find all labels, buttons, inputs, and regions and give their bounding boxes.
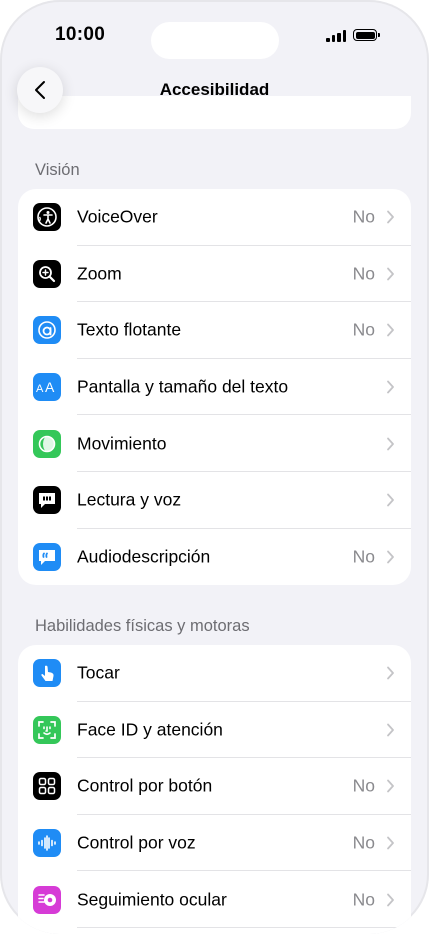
chevron-right-icon: [387, 380, 394, 394]
motion-icon: [33, 429, 61, 458]
chevron-right-icon: [387, 893, 394, 907]
page-title: Accesibilidad: [159, 80, 270, 99]
chevron-right-icon: [387, 780, 394, 793]
chevron-right-icon: [387, 666, 394, 680]
row-label: Lectura y voz: [77, 489, 182, 510]
switch-control-icon: [33, 772, 61, 801]
eye-tracking-icon: [33, 885, 61, 914]
voice-control-icon: [33, 829, 61, 858]
chevron-right-icon: [387, 723, 394, 737]
status-time: 10:00: [55, 24, 106, 45]
dynamic-island: [151, 22, 279, 59]
row-voiceover[interactable]: VoiceOver No: [18, 189, 411, 246]
row-zoom[interactable]: Zoom No: [18, 246, 411, 303]
section-header-physical-motor: Habilidades físicas y motoras: [35, 617, 250, 635]
row-value: No: [352, 775, 375, 796]
row-touch[interactable]: Tocar: [18, 645, 411, 702]
row-label: Seguimiento ocular: [77, 889, 227, 910]
chevron-right-icon: [387, 267, 394, 281]
chevron-right-icon: [387, 550, 394, 564]
row-label: VoiceOver: [77, 206, 158, 227]
previous-card-bottom: [18, 96, 411, 129]
row-voice-control[interactable]: Control por voz No: [18, 815, 411, 872]
chevron-right-icon: [387, 437, 394, 451]
row-value: No: [352, 319, 375, 340]
cellular-signal-icon: [326, 29, 346, 42]
hover-text-icon: [33, 316, 61, 345]
chevron-right-icon: [387, 324, 394, 337]
audio-description-icon: [33, 542, 61, 571]
vision-card: VoiceOver No Zoom No Texto flotante No A…: [18, 189, 411, 586]
touch-icon: [33, 659, 61, 688]
row-label: Audiodescripción: [77, 546, 211, 567]
row-label: Zoom: [77, 263, 122, 284]
row-eye-tracking[interactable]: Seguimiento ocular No: [18, 871, 411, 928]
row-motion[interactable]: Movimiento: [18, 415, 411, 472]
row-value: No: [352, 889, 375, 910]
row-label: Pantalla y tamaño del texto: [77, 376, 289, 397]
face-id-icon: [33, 715, 61, 744]
row-face-id-attention[interactable]: Face ID y atención: [18, 702, 411, 759]
row-label: Face ID y atención: [77, 719, 223, 740]
text-size-icon: AA: [33, 373, 61, 402]
row-label: Movimiento: [77, 433, 167, 454]
row-label: Control por voz: [77, 832, 196, 853]
svg-text:A: A: [45, 379, 55, 395]
battery-icon: [353, 29, 380, 41]
row-switch-control[interactable]: Control por botón No: [18, 758, 411, 815]
row-spoken-content[interactable]: Lectura y voz: [18, 472, 411, 529]
svg-text:A: A: [36, 383, 44, 395]
chevron-right-icon: [387, 493, 394, 507]
row-value: No: [352, 263, 375, 284]
row-value: No: [352, 832, 375, 853]
status-icons: [326, 27, 380, 43]
row-audio-description[interactable]: Audiodescripción No: [18, 529, 411, 586]
chevron-right-icon: [387, 210, 394, 224]
row-label: Control por botón: [77, 775, 213, 796]
row-display-text-size[interactable]: AA Pantalla y tamaño del texto: [18, 359, 411, 416]
row-value: No: [352, 206, 375, 227]
physical-motor-card: Tocar Face ID y atención Control por bot…: [18, 645, 411, 934]
row-hover-text[interactable]: Texto flotante No: [18, 302, 411, 359]
spoken-content-icon: [33, 486, 61, 515]
chevron-right-icon: [387, 836, 394, 850]
row-label: Tocar: [77, 662, 120, 683]
zoom-icon: [33, 259, 61, 288]
phone-screen: 10:00 Accesibilidad Visión VoiceOver No: [0, 0, 429, 934]
section-header-vision: Visión: [35, 161, 80, 179]
voiceover-icon: [33, 203, 61, 232]
row-label: Texto flotante: [77, 319, 182, 340]
row-value: No: [352, 546, 375, 567]
